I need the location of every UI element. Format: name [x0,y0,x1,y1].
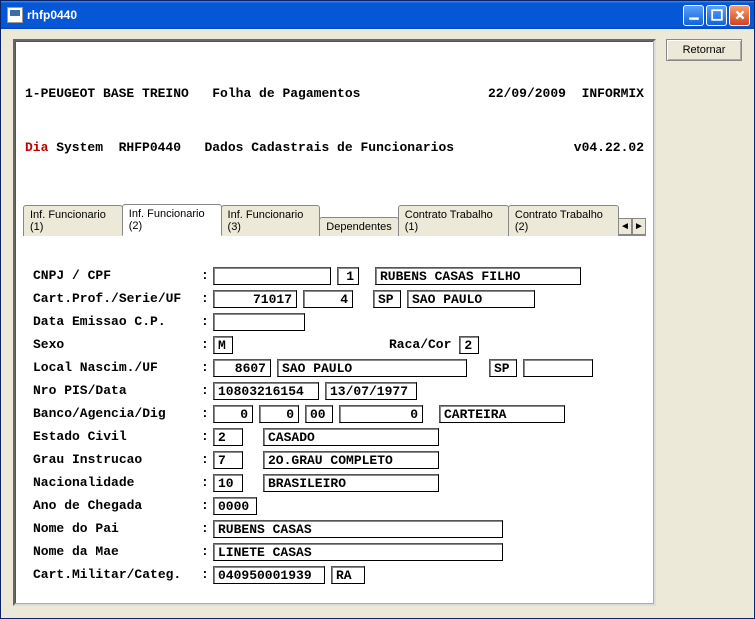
field-instr-cod[interactable]: 7 [213,451,243,469]
field-banco-d[interactable]: 0 [339,405,423,423]
label-pai: Nome do Pai [33,521,201,536]
minimize-button[interactable] [683,5,704,26]
field-local-cidade[interactable]: SAO PAULO [277,359,467,377]
field-raca[interactable]: 2 [459,336,479,354]
tab-inf3[interactable]: Inf. Funcionario (3) [221,205,321,236]
label-cnpj: CNPJ / CPF [33,268,201,283]
label-emissao: Data Emissao C.P. [33,314,201,329]
tab-scroll-right[interactable]: ► [632,218,646,235]
field-pis-num[interactable]: 10803216154 [213,382,319,400]
field-militar-num[interactable]: 040950001939 [213,566,325,584]
field-cnpj-b[interactable]: 1 [337,267,359,285]
field-nac-desc[interactable]: BRASILEIRO [263,474,439,492]
label-cart: Cart.Prof./Serie/UF [33,291,201,306]
tab-dependentes[interactable]: Dependentes [319,217,398,236]
retornar-button[interactable]: Retornar [666,39,742,61]
tab-inf1[interactable]: Inf. Funcionario (1) [23,205,123,236]
field-sexo[interactable]: M [213,336,233,354]
field-mae[interactable]: LINETE CASAS [213,543,503,561]
form-area: CNPJ / CPF: 1 RUBENS CASAS FILHO Cart.Pr… [25,236,644,594]
field-cart-num[interactable]: 71017 [213,290,297,308]
tab-scroll-left[interactable]: ◄ [618,218,632,235]
label-chegada: Ano de Chegada [33,498,201,513]
field-cart-serie[interactable]: 4 [303,290,353,308]
field-banco-tipo[interactable]: CARTEIRA [439,405,565,423]
tab-bar: Inf. Funcionario (1) Inf. Funcionario (2… [23,203,646,236]
close-button[interactable] [729,5,750,26]
field-cart-uf[interactable]: SP [373,290,401,308]
field-civil-cod[interactable]: 2 [213,428,243,446]
app-icon [7,7,23,23]
tab-inf2[interactable]: Inf. Funcionario (2) [122,204,222,236]
tab-contrato2[interactable]: Contrato Trabalho (2) [508,205,619,236]
label-nac: Nacionalidade [33,475,201,490]
tab-contrato1[interactable]: Contrato Trabalho (1) [398,205,509,236]
label-militar: Cart.Militar/Categ. [33,567,201,582]
label-sexo: Sexo [33,337,201,352]
maximize-button[interactable] [706,5,727,26]
field-local-extra[interactable] [523,359,593,377]
field-cnpj-a[interactable] [213,267,331,285]
field-banco-c[interactable]: 00 [305,405,333,423]
label-raca: Raca/Cor [389,337,451,352]
label-civil: Estado Civil [33,429,201,444]
label-banco: Banco/Agencia/Dig [33,406,201,421]
field-cart-cidade[interactable]: SAO PAULO [407,290,535,308]
field-emissao[interactable] [213,313,305,331]
field-local-uf[interactable]: SP [489,359,517,377]
label-pis: Nro PIS/Data [33,383,201,398]
dia-label: Dia [25,140,48,155]
field-instr-desc[interactable]: 2O.GRAU COMPLETO [263,451,439,469]
field-banco-a[interactable]: 0 [213,405,253,423]
label-mae: Nome da Mae [33,544,201,559]
app-window: rhfp0440 1-PEUGEOT BASE TREINO Folha de … [0,0,755,619]
field-chegada[interactable]: 0000 [213,497,257,515]
titlebar: rhfp0440 [1,1,754,29]
label-local: Local Nascim./UF [33,360,201,375]
field-banco-b[interactable]: 0 [259,405,299,423]
field-local-cod[interactable]: 8607 [213,359,271,377]
field-nac-cod[interactable]: 10 [213,474,243,492]
header-block: 1-PEUGEOT BASE TREINO Folha de Pagamento… [25,49,644,193]
label-instr: Grau Instrucao [33,452,201,467]
field-militar-cat[interactable]: RA [331,566,365,584]
main-panel: 1-PEUGEOT BASE TREINO Folha de Pagamento… [13,39,656,606]
window-title: rhfp0440 [27,8,683,22]
field-pai[interactable]: RUBENS CASAS [213,520,503,538]
field-pis-data[interactable]: 13/07/1977 [325,382,417,400]
field-civil-desc[interactable]: CASADO [263,428,439,446]
field-nome[interactable]: RUBENS CASAS FILHO [375,267,581,285]
